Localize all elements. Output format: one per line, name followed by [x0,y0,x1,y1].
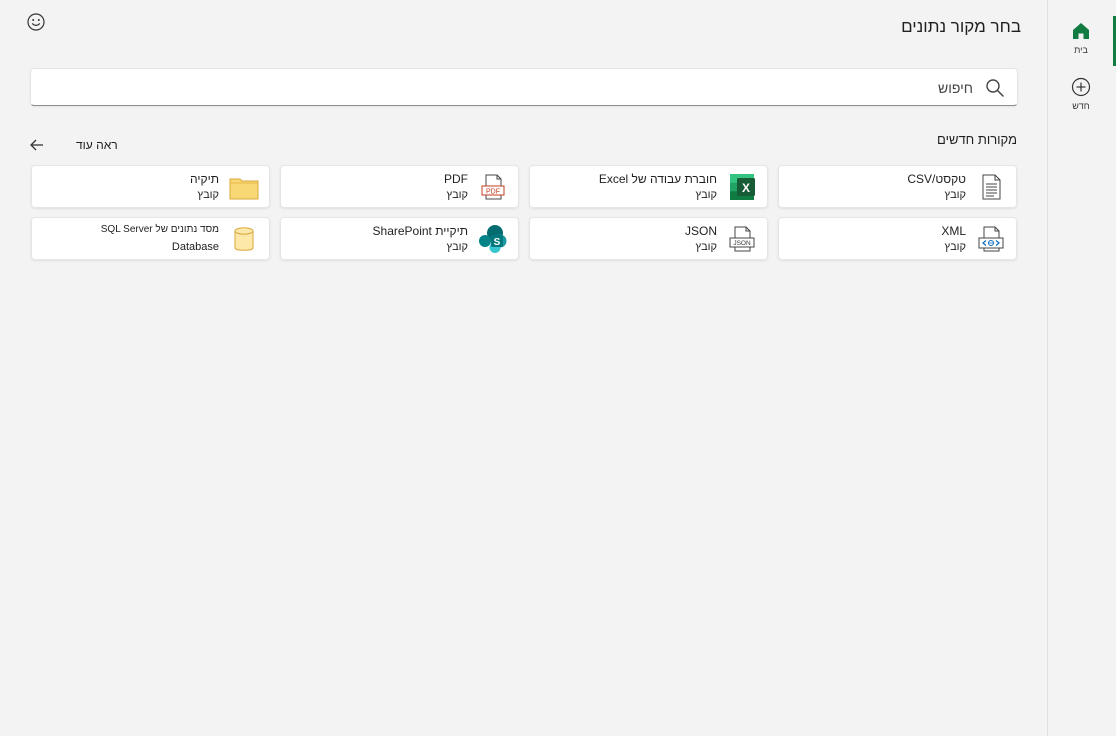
card-subtitle: קובץ [944,189,966,201]
card-subtitle: קובץ [944,241,966,253]
card-title: טקסט/CSV [907,172,966,186]
svg-text:S: S [494,237,501,248]
pdf-icon: PDF [481,174,505,200]
card-title: XML [941,224,966,238]
card-title: תיקיה [190,172,219,186]
search-input[interactable] [53,77,973,99]
arrow-left-icon [30,139,43,151]
svg-text:X: X [742,181,750,195]
main-panel: בחר מקור נתונים מקורות חדשים ראה עוד טקס… [0,0,1047,736]
nav-rail: בית חדש [1047,0,1116,736]
nav-new[interactable]: חדש [1048,76,1114,124]
card-sharepoint-folder[interactable]: S תיקיית SharePoint קובץ [280,217,519,260]
card-excel-workbook[interactable]: X חוברת עבודה של Excel קובץ [529,165,768,208]
search-box[interactable] [30,68,1018,106]
card-subtitle: קובץ [446,189,468,201]
section-title: מקורות חדשים [937,132,1017,147]
card-title: PDF [444,172,468,186]
card-subtitle: קובץ [695,241,717,253]
see-more-link[interactable]: ראה עוד [30,137,118,153]
home-icon [1073,23,1089,39]
card-subtitle: קובץ [446,241,468,253]
page-title: בחר מקור נתונים [901,17,1021,36]
card-title: מסד נתונים של SQL Server [100,224,219,235]
card-folder[interactable]: תיקיה קובץ [31,165,270,208]
card-title: תיקיית SharePoint [372,224,468,238]
card-subtitle: Database [171,241,219,253]
json-file-icon: JSON [729,226,755,252]
card-title: חוברת עבודה של Excel [598,172,717,186]
excel-icon: X [730,174,755,200]
card-sql-server-database[interactable]: מסד נתונים של SQL Server Database [31,217,270,260]
nav-home[interactable]: בית [1048,20,1114,68]
sharepoint-icon: S [479,225,507,253]
card-xml[interactable]: XML קובץ [778,217,1017,260]
nav-new-label: חדש [1072,101,1090,111]
folder-icon [229,178,259,200]
smiley-feedback-icon[interactable] [26,12,46,32]
card-subtitle: קובץ [695,189,717,201]
card-title: JSON [684,224,717,238]
database-icon [234,227,254,251]
xml-file-icon [978,226,1004,252]
card-json[interactable]: JSON JSON קובץ [529,217,768,260]
text-file-icon [982,174,1001,200]
card-text-csv[interactable]: טקסט/CSV קובץ [778,165,1017,208]
card-pdf[interactable]: PDF PDF קובץ [280,165,519,208]
svg-text:PDF: PDF [486,189,500,196]
see-more-label: ראה עוד [76,138,118,152]
nav-home-label: בית [1074,45,1088,55]
svg-text:JSON: JSON [733,240,751,247]
add-circle-icon [1071,77,1091,97]
card-subtitle: קובץ [197,189,219,201]
search-icon[interactable] [985,78,1005,98]
